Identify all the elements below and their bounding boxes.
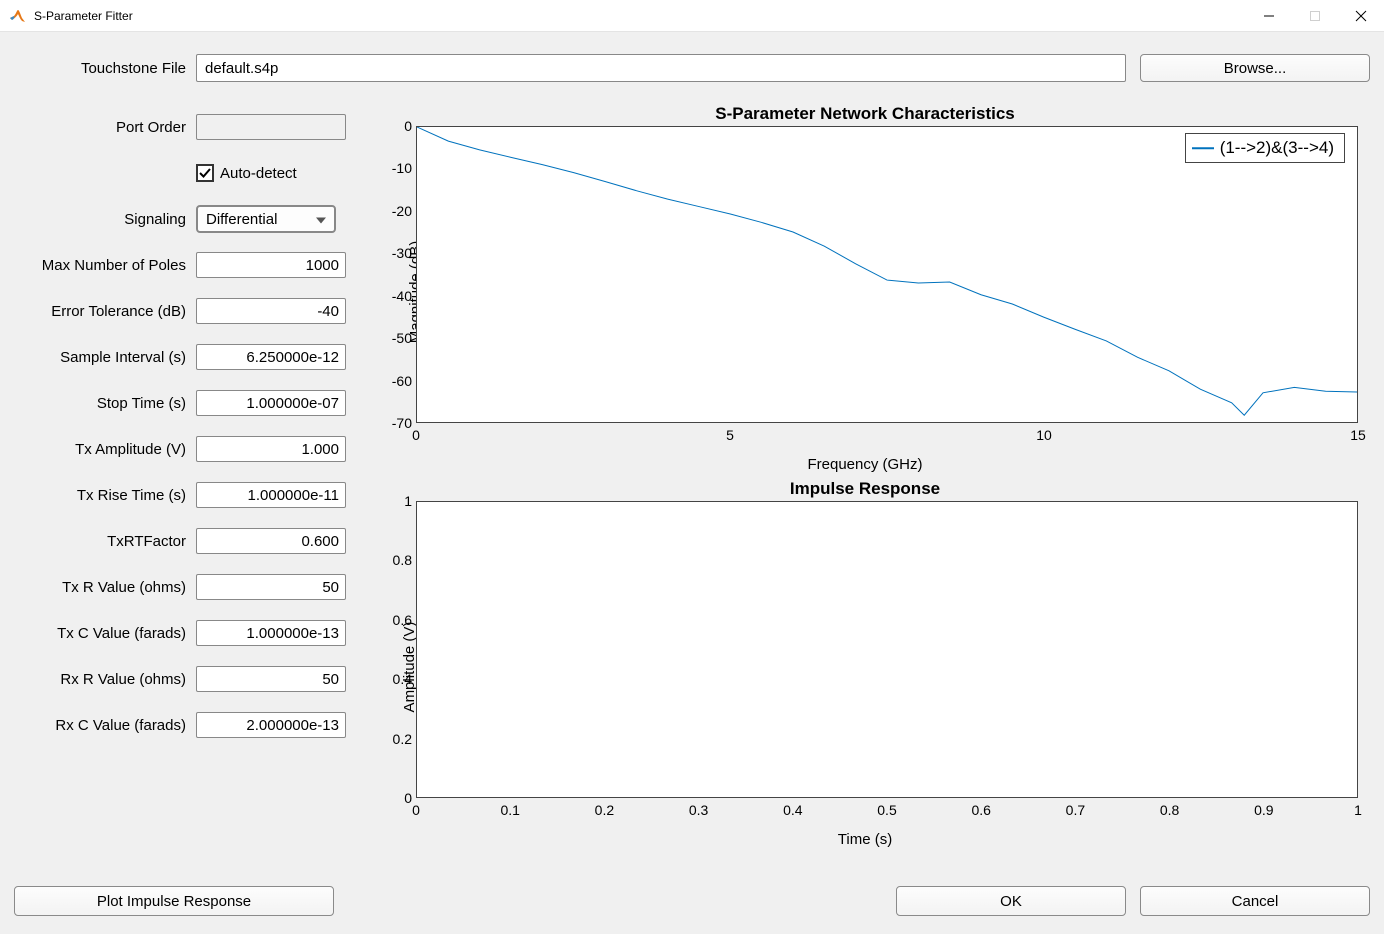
x-tick: 15	[1350, 427, 1366, 443]
field-label: Error Tolerance (dB)	[0, 303, 196, 320]
browse-button[interactable]: Browse...	[1140, 54, 1370, 82]
field-input-7[interactable]	[196, 574, 346, 600]
x-tick: 0.6	[971, 802, 990, 818]
y-tick: 0.4	[393, 671, 412, 687]
chevron-down-icon	[316, 211, 326, 228]
signaling-label: Signaling	[0, 211, 196, 228]
x-tick: 0.1	[500, 802, 519, 818]
field-input-5[interactable]	[196, 482, 346, 508]
field-input-3[interactable]	[196, 390, 346, 416]
x-tick: 0.3	[689, 802, 708, 818]
y-tick: -60	[392, 373, 412, 389]
y-tick: 0	[404, 118, 412, 134]
field-label: Sample Interval (s)	[0, 349, 196, 366]
port-order-label: Port Order	[0, 119, 196, 136]
autodetect-label: Auto-detect	[220, 165, 297, 182]
plot-impulse-button[interactable]: Plot Impulse Response	[14, 886, 334, 916]
autodetect-checkbox[interactable]	[196, 164, 214, 182]
x-tick: 5	[726, 427, 734, 443]
minimize-button[interactable]	[1246, 0, 1292, 32]
y-tick: -30	[392, 245, 412, 261]
y-tick: -10	[392, 160, 412, 176]
field-label: Max Number of Poles	[0, 257, 196, 274]
x-tick: 1	[1354, 802, 1362, 818]
field-label: Tx Rise Time (s)	[0, 487, 196, 504]
field-input-8[interactable]	[196, 620, 346, 646]
close-button[interactable]	[1338, 0, 1384, 32]
field-input-6[interactable]	[196, 528, 346, 554]
legend-swatch	[1192, 147, 1214, 149]
x-tick: 0.4	[783, 802, 802, 818]
field-label: TxRTFactor	[0, 533, 196, 550]
magnitude-plot: S-Parameter Network Characteristics Magn…	[360, 104, 1370, 479]
maximize-button	[1292, 0, 1338, 32]
field-label: Stop Time (s)	[0, 395, 196, 412]
plot-title: Impulse Response	[360, 479, 1370, 499]
y-tick: 0.6	[393, 612, 412, 628]
legend: (1-->2)&(3-->4)	[1185, 133, 1345, 163]
field-input-1[interactable]	[196, 298, 346, 324]
x-tick: 0.7	[1066, 802, 1085, 818]
y-tick: -40	[392, 288, 412, 304]
axes[interactable]	[416, 501, 1358, 798]
matlab-icon	[10, 8, 26, 24]
bottom-bar: Plot Impulse Response OK Cancel	[14, 886, 1370, 916]
y-tick: -20	[392, 203, 412, 219]
x-axis-label: Frequency (GHz)	[360, 456, 1370, 473]
x-axis-label: Time (s)	[360, 831, 1370, 848]
window-title: S-Parameter Fitter	[34, 9, 1246, 23]
field-label: Rx R Value (ohms)	[0, 671, 196, 688]
cancel-button[interactable]: Cancel	[1140, 886, 1370, 916]
x-tick: 10	[1036, 427, 1052, 443]
port-order-input	[196, 114, 346, 140]
field-label: Tx R Value (ohms)	[0, 579, 196, 596]
x-tick: 0.9	[1254, 802, 1273, 818]
field-input-2[interactable]	[196, 344, 346, 370]
field-input-0[interactable]	[196, 252, 346, 278]
y-tick: -70	[392, 415, 412, 431]
axes[interactable]: (1-->2)&(3-->4)	[416, 126, 1358, 423]
field-label: Tx Amplitude (V)	[0, 441, 196, 458]
y-tick: 1	[404, 493, 412, 509]
field-label: Tx C Value (farads)	[0, 625, 196, 642]
x-tick: 0.5	[877, 802, 896, 818]
field-input-10[interactable]	[196, 712, 346, 738]
legend-label: (1-->2)&(3-->4)	[1220, 138, 1334, 157]
touchstone-file-label: Touchstone File	[0, 60, 196, 77]
parameter-form: Port Order Auto-detect Signaling Differe…	[0, 104, 360, 748]
file-row: Touchstone File Browse...	[0, 54, 1384, 82]
signaling-select[interactable]: Differential	[196, 205, 336, 233]
touchstone-file-input[interactable]	[196, 54, 1126, 82]
x-tick: 0.8	[1160, 802, 1179, 818]
signaling-value: Differential	[206, 211, 277, 228]
x-tick: 0	[412, 802, 420, 818]
plot-title: S-Parameter Network Characteristics	[360, 104, 1370, 124]
titlebar: S-Parameter Fitter	[0, 0, 1384, 32]
y-tick: -50	[392, 330, 412, 346]
x-tick: 0.2	[595, 802, 614, 818]
y-tick: 0.2	[393, 731, 412, 747]
field-input-4[interactable]	[196, 436, 346, 462]
field-label: Rx C Value (farads)	[0, 717, 196, 734]
main-panel: Touchstone File Browse... Port Order Aut…	[0, 32, 1384, 934]
plots-area: S-Parameter Network Characteristics Magn…	[360, 104, 1370, 854]
y-tick: 0.8	[393, 552, 412, 568]
x-tick: 0	[412, 427, 420, 443]
y-tick: 0	[404, 790, 412, 806]
ok-button[interactable]: OK	[896, 886, 1126, 916]
impulse-plot: Impulse Response Amplitude (V) Time (s) …	[360, 479, 1370, 854]
field-input-9[interactable]	[196, 666, 346, 692]
